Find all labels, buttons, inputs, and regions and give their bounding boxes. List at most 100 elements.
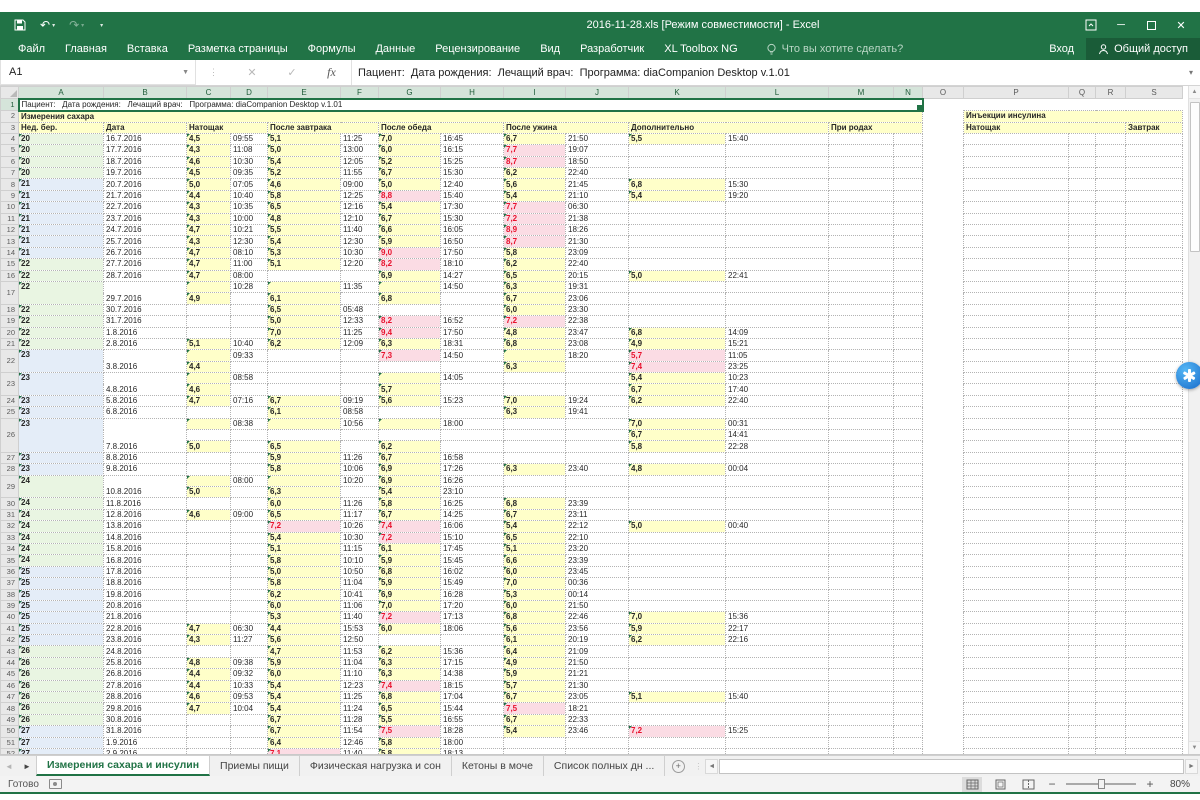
cell[interactable] [1126,600,1183,611]
cell[interactable] [923,99,964,111]
cell[interactable] [1069,133,1096,144]
cell-date[interactable]: 29.7.2016 [104,281,187,304]
cell-time[interactable] [726,600,829,611]
cell[interactable] [964,156,1069,167]
cell-value[interactable]: 5,9 [379,555,441,566]
cell-time[interactable]: 22:28 [726,441,829,452]
name-box[interactable]: A1 ▼ [0,60,196,85]
cell[interactable] [923,680,964,691]
column-header-P[interactable]: P [964,87,1069,99]
sheet-tab-2[interactable]: Физическая нагрузка и сон [300,756,452,776]
cell[interactable] [1069,452,1096,463]
cell-time[interactable]: 11:54 [341,726,379,737]
cell-time[interactable]: 21:09 [566,646,629,657]
cell-date[interactable]: 28.8.2016 [104,692,187,703]
cell-date[interactable]: 24.8.2016 [104,646,187,657]
cell-value[interactable] [187,475,231,486]
cell-time[interactable]: 10:04 [231,703,268,714]
cell[interactable] [1069,190,1096,201]
cell[interactable] [829,521,894,532]
save-icon[interactable] [14,19,26,31]
customize-quick-access-icon[interactable]: ▾ [98,22,103,29]
cell[interactable] [1126,407,1183,418]
cell[interactable] [923,418,964,429]
cell-time[interactable] [726,407,829,418]
row-header-34[interactable]: 34 [1,543,19,554]
cell-week[interactable]: 24 [19,532,104,543]
row-header-10[interactable]: 10 [1,202,19,213]
cell[interactable] [1126,612,1183,623]
cell-value[interactable] [187,532,231,543]
cell[interactable] [1069,498,1096,509]
cell-time[interactable] [726,737,829,748]
cell[interactable] [894,555,923,566]
row-header-36[interactable]: 36 [1,566,19,577]
cell[interactable] [1096,236,1126,247]
column-header-E[interactable]: E [268,87,341,99]
row-header-29[interactable]: 29 [1,475,19,498]
cell[interactable] [1069,726,1096,737]
cell-value[interactable]: 4,7 [187,703,231,714]
row-header-44[interactable]: 44 [1,657,19,668]
cell-time[interactable] [566,475,629,486]
cell-value[interactable]: 7,0 [268,327,341,338]
cell-time[interactable] [726,680,829,691]
row-header-41[interactable]: 41 [1,623,19,634]
cell[interactable] [1126,236,1183,247]
cell-time[interactable]: 15:45 [441,555,504,566]
cell[interactable] [829,418,894,429]
cell-value[interactable]: 6,4 [504,646,566,657]
horizontal-scrollbar-thumb[interactable] [719,759,1184,774]
cell-value[interactable]: 7,4 [379,680,441,691]
cell[interactable] [1069,600,1096,611]
row-header-30[interactable]: 30 [1,498,19,509]
cell-value[interactable] [629,452,726,463]
cell[interactable] [1126,509,1183,520]
cell[interactable] [1126,646,1183,657]
cell-value[interactable] [629,407,726,418]
cell-value[interactable]: 4,3 [187,145,231,156]
cell-value[interactable] [187,737,231,748]
cell-value[interactable]: 6,1 [268,293,341,304]
cell[interactable] [1096,316,1126,327]
cell-value[interactable]: 6,8 [629,179,726,190]
cell-value[interactable]: 6,0 [268,669,341,680]
cell-week[interactable]: 25 [19,566,104,577]
cell-value[interactable] [379,635,441,646]
cell-value[interactable]: 4,3 [187,635,231,646]
cell-value[interactable]: 6,2 [268,338,341,349]
cell-time[interactable] [726,487,829,498]
row-header-27[interactable]: 27 [1,452,19,463]
cell[interactable] [1126,555,1183,566]
cell[interactable] [964,430,1069,441]
cell-time[interactable]: 15:49 [441,578,504,589]
cell-value[interactable]: 5,4 [504,521,566,532]
cell[interactable] [829,441,894,452]
cell-value[interactable] [187,578,231,589]
ribbon-tab-9[interactable]: XL Toolbox NG [654,40,747,58]
cell-time[interactable]: 19:41 [566,407,629,418]
cell-time[interactable] [231,452,268,463]
cell-time[interactable] [726,748,829,755]
cell-value[interactable]: 4,8 [504,327,566,338]
cell[interactable] [829,361,894,372]
row-header-38[interactable]: 38 [1,589,19,600]
cell[interactable] [923,179,964,190]
cell-value[interactable] [268,430,341,441]
cell[interactable] [964,407,1069,418]
column-header-O[interactable]: O [923,87,964,99]
cell[interactable] [1069,179,1096,190]
cell-time[interactable]: 22:40 [566,168,629,179]
cell[interactable] [923,202,964,213]
cell[interactable] [1069,316,1096,327]
redo-icon[interactable]: ↷▾ [69,18,84,32]
cell[interactable] [964,612,1069,623]
row-header-52[interactable]: 52 [1,748,19,755]
cell-value[interactable]: 5,4 [504,726,566,737]
cell-value[interactable]: 6,0 [268,600,341,611]
cell-time[interactable] [726,202,829,213]
cell-week[interactable]: 20 [19,156,104,167]
cell[interactable] [1096,338,1126,349]
cell-week[interactable]: 25 [19,623,104,634]
cell-value[interactable] [629,316,726,327]
